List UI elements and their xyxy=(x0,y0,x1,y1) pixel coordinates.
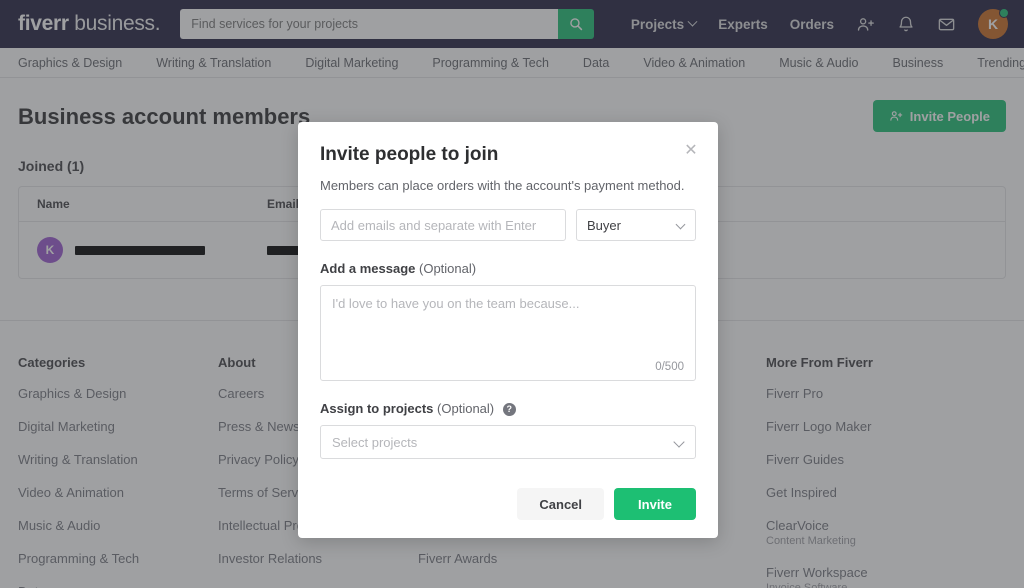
chevron-down-icon xyxy=(676,220,686,230)
message-field-label-text: Add a message xyxy=(320,261,415,276)
projects-field-label-text: Assign to projects xyxy=(320,401,433,416)
modal-title: Invite people to join xyxy=(320,144,696,166)
cancel-button[interactable]: Cancel xyxy=(517,488,604,520)
app-root: fiverr business. Projects Experts xyxy=(0,0,1024,588)
email-input[interactable] xyxy=(320,209,566,241)
modal-subtitle: Members can place orders with the accoun… xyxy=(320,178,696,193)
projects-select-placeholder: Select projects xyxy=(332,435,417,450)
role-select-value: Buyer xyxy=(587,218,621,233)
role-select[interactable]: Buyer xyxy=(576,209,696,241)
invite-email-row: Buyer xyxy=(320,209,696,241)
projects-select[interactable]: Select projects xyxy=(320,425,696,459)
help-icon[interactable]: ? xyxy=(503,403,516,416)
invite-button[interactable]: Invite xyxy=(614,488,696,520)
message-textarea[interactable] xyxy=(321,286,695,380)
invite-people-modal: Invite people to join ✕ Members can plac… xyxy=(298,122,718,538)
message-field-label: Add a message (Optional) xyxy=(320,261,696,276)
modal-actions: Cancel Invite xyxy=(517,488,696,520)
projects-field-optional: (Optional) xyxy=(437,401,494,416)
character-counter: 0/500 xyxy=(655,361,684,373)
chevron-down-icon xyxy=(673,436,684,447)
message-field-optional: (Optional) xyxy=(419,261,476,276)
projects-field-label: Assign to projects (Optional) ? xyxy=(320,401,696,416)
close-icon[interactable]: ✕ xyxy=(682,142,700,160)
message-field-wrapper: 0/500 xyxy=(320,285,696,381)
